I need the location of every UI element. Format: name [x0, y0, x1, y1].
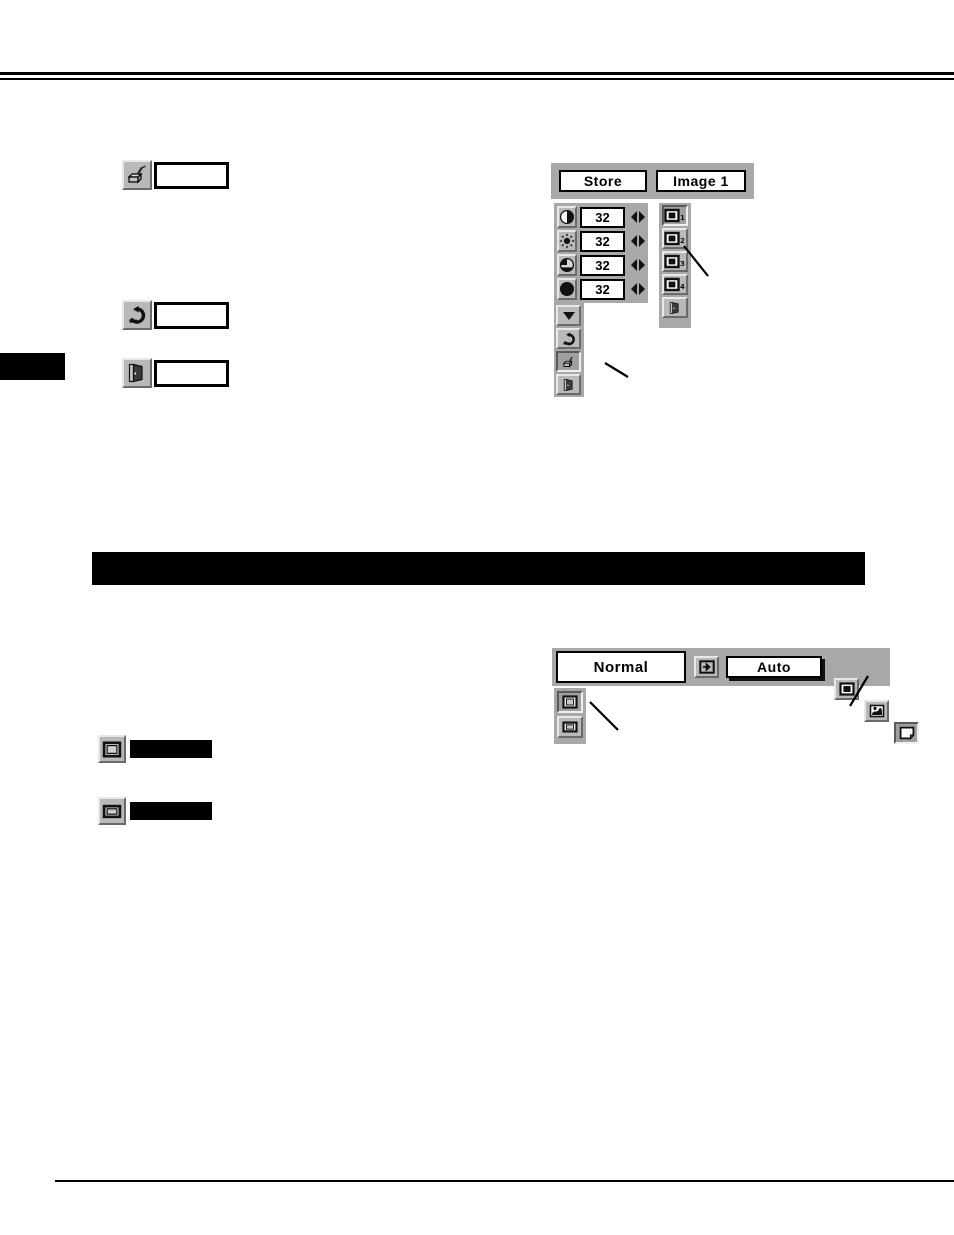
legend-item-store	[122, 160, 229, 190]
store-button[interactable]: Store	[559, 170, 647, 192]
section-heading-banner	[92, 552, 865, 585]
header-rule-upper	[0, 72, 954, 75]
quit-door-icon	[122, 358, 152, 388]
brightness-icon[interactable]	[557, 230, 577, 252]
legend-label-reset	[154, 301, 229, 329]
legend-item-quit	[122, 358, 229, 388]
screen-normal-icon	[98, 735, 126, 763]
legend-item-screen-normal	[98, 735, 212, 763]
header-rule-lower	[0, 78, 954, 80]
legend-label-quit	[154, 359, 229, 387]
legend-item-screen-wide	[98, 797, 212, 825]
screen-wide-icon[interactable]	[894, 722, 919, 744]
left-right-adjust-icon[interactable]	[628, 206, 648, 228]
tint-icon[interactable]	[557, 278, 577, 300]
side-tab-marker	[0, 353, 65, 380]
contrast-icon[interactable]	[557, 206, 577, 228]
legend-label-store	[154, 161, 229, 189]
image-adjust-callouts	[604, 245, 709, 378]
scroll-down-arrow-icon[interactable]	[556, 305, 581, 326]
image-level-callout	[683, 245, 709, 277]
screen-menu-callouts	[589, 675, 869, 731]
screen-mode-callout	[589, 701, 619, 731]
contrast-value[interactable]: 32	[580, 206, 625, 228]
legend-item-reset	[122, 300, 229, 330]
adjust-row-contrast[interactable]: 32	[557, 206, 648, 228]
store-projector-icon[interactable]	[556, 351, 581, 372]
image-select-button[interactable]: Image 1	[656, 170, 746, 192]
reset-undo-icon[interactable]	[556, 328, 581, 349]
color-icon[interactable]	[557, 254, 577, 276]
reset-undo-icon	[122, 300, 152, 330]
image-adjust-menu-header: Store Image 1	[551, 163, 754, 199]
svg-text:1: 1	[680, 214, 685, 222]
footer-rule	[55, 1180, 954, 1182]
store-tool-callout	[604, 362, 629, 378]
quit-door-icon[interactable]	[556, 374, 581, 395]
store-projector-icon	[122, 160, 152, 190]
image-1-icon[interactable]: 1	[662, 205, 688, 226]
legend-label-screen-wide	[130, 802, 212, 820]
screen-wide-icon	[98, 797, 126, 825]
screen-size-callout	[849, 675, 869, 707]
legend-label-screen-normal	[130, 740, 212, 758]
